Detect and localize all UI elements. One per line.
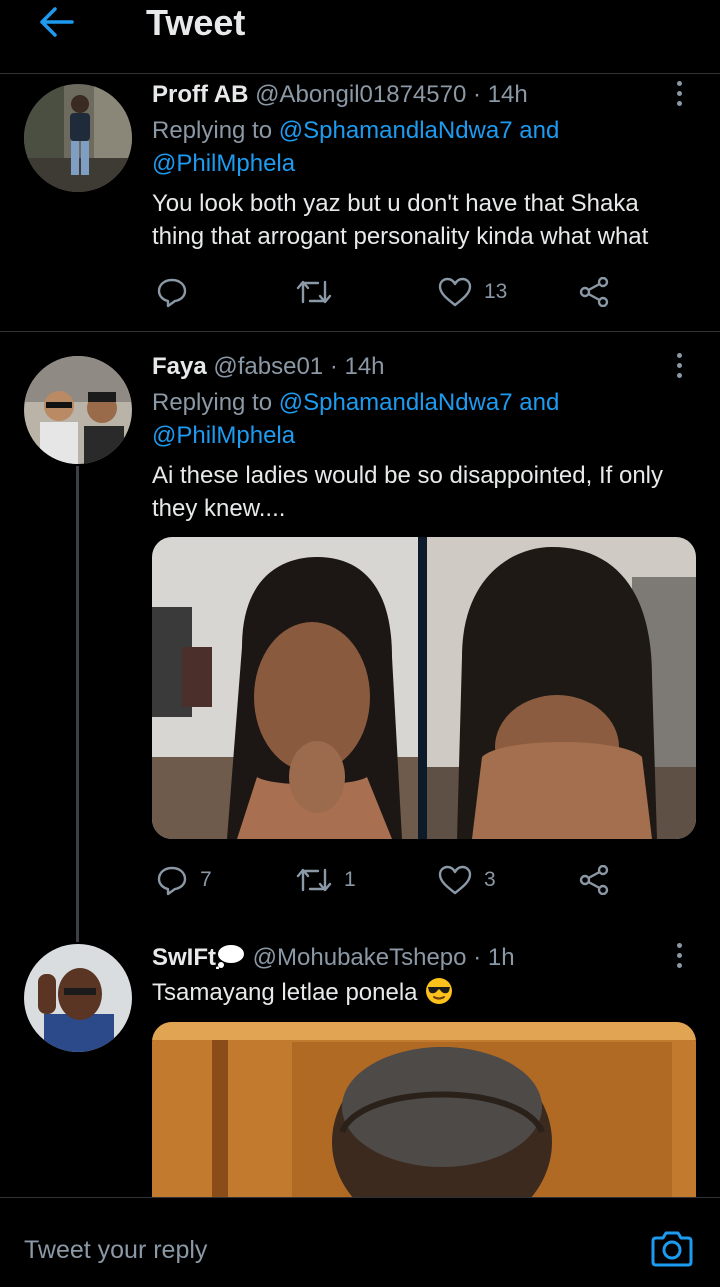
mention-link[interactable]: @SphamandlaNdwa7 <box>279 389 513 416</box>
tweet-text: Tsamayang letlae ponela <box>152 976 697 1009</box>
tweet-actions: 13 <box>152 272 632 312</box>
tweet-1[interactable]: Proff AB @Abongil01874570 · 14h Replying… <box>0 75 720 331</box>
heart-icon <box>438 277 472 307</box>
tweet-header: Faya @fabse01 · 14h <box>152 353 385 381</box>
sunglasses-emoji-icon <box>426 978 453 1004</box>
reply-input[interactable]: Tweet your reply <box>24 1236 207 1265</box>
user-handle[interactable]: @fabse01 <box>213 353 323 380</box>
camera-button[interactable] <box>650 1228 694 1268</box>
more-options-button[interactable] <box>664 78 694 108</box>
tweet-text: Ai these ladies would be so disappointed… <box>152 462 663 522</box>
page-title: Tweet <box>146 2 246 43</box>
more-options-button[interactable] <box>664 350 694 380</box>
tweet-time: · 14h <box>329 353 385 380</box>
like-button[interactable]: 13 <box>438 272 507 312</box>
tweet-header: SwIFt @MohubakeTshepo · 1h <box>152 943 515 972</box>
retweet-icon <box>296 868 332 892</box>
replying-to: Replying to @SphamandlaNdwa7 and @PhilMp… <box>152 389 560 449</box>
avatar[interactable] <box>24 356 132 464</box>
user-handle[interactable]: @MohubakeTshepo <box>253 944 467 971</box>
top-bar: Tweet <box>0 0 720 74</box>
like-count: 3 <box>484 868 496 891</box>
like-button[interactable]: 3 <box>438 860 496 900</box>
avatar[interactable] <box>24 84 132 192</box>
share-button[interactable] <box>578 860 610 900</box>
retweet-button[interactable] <box>296 272 344 312</box>
retweet-button[interactable]: 1 <box>296 860 356 900</box>
share-button[interactable] <box>578 272 610 312</box>
reply-button[interactable]: 7 <box>156 860 212 900</box>
share-icon <box>579 277 609 307</box>
replying-to: Replying to @SphamandlaNdwa7 and @PhilMp… <box>152 117 560 177</box>
more-options-button[interactable] <box>664 940 694 970</box>
tweet-time: · 1h <box>473 944 515 971</box>
display-name[interactable]: Faya <box>152 353 207 380</box>
retweet-count: 1 <box>344 868 356 891</box>
speech-bubble-icon <box>216 945 244 970</box>
reply-icon <box>157 278 187 308</box>
more-dots-icon <box>676 80 682 86</box>
share-icon <box>579 865 609 895</box>
mention-link[interactable]: @PhilMphela <box>152 422 295 449</box>
more-dots-icon <box>676 942 682 948</box>
divider <box>0 331 720 332</box>
avatar[interactable] <box>24 944 132 1052</box>
mention-link[interactable]: @PhilMphela <box>152 150 295 177</box>
tweet-media[interactable] <box>152 537 696 839</box>
tweet-actions: 7 1 3 <box>152 860 632 900</box>
display-name[interactable]: Proff AB <box>152 81 248 108</box>
tweet-header: Proff AB @Abongil01874570 · 14h <box>152 81 528 109</box>
heart-icon <box>438 865 472 895</box>
mention-link[interactable]: @SphamandlaNdwa7 <box>279 117 513 144</box>
reply-icon <box>157 866 187 896</box>
display-name[interactable]: SwIFt <box>152 944 216 971</box>
back-button[interactable] <box>34 2 78 42</box>
tweet-text: You look both yaz but u don't have that … <box>152 190 649 250</box>
reply-composer[interactable]: Tweet your reply <box>0 1197 720 1287</box>
like-count: 13 <box>484 280 508 303</box>
tweet-3[interactable]: SwIFt @MohubakeTshepo · 1h Tsamayang let… <box>0 938 720 1222</box>
camera-icon <box>651 1231 693 1267</box>
tweet-media[interactable] <box>152 1022 696 1222</box>
reply-count: 7 <box>200 868 212 891</box>
tweet-2[interactable]: Faya @fabse01 · 14h Replying to @Sphaman… <box>0 347 720 927</box>
more-dots-icon <box>676 352 682 358</box>
user-handle[interactable]: @Abongil01874570 <box>255 81 466 108</box>
reply-button[interactable] <box>156 272 200 312</box>
retweet-icon <box>296 280 332 304</box>
tweet-time: · 14h <box>473 81 528 108</box>
arrow-left-icon <box>40 7 74 37</box>
